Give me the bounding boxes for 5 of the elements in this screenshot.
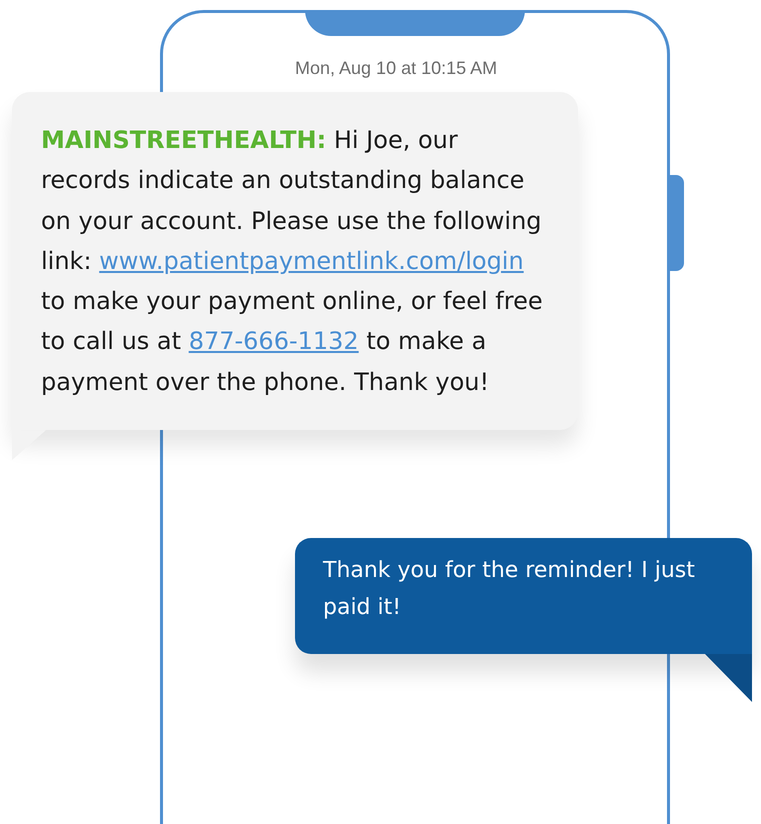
message-timestamp: Mon, Aug 10 at 10:15 AM (295, 58, 498, 79)
message-link[interactable]: www.patientpaymentlink.com/login (99, 246, 524, 275)
message-text: MAINSTREETHEALTH: Hi Joe, our records indicate an outstanding balance on your account. Please use the following link: www.patientpaymentlink.com/login to make your payment online, or feel free to call us at 877-666-1132 to make a payment over the phone. Thank you! (41, 125, 544, 398)
message-link[interactable]: 877-666-1132 (188, 327, 359, 356)
message-text: Thank you for the reminder! I just paid it! (323, 557, 696, 622)
